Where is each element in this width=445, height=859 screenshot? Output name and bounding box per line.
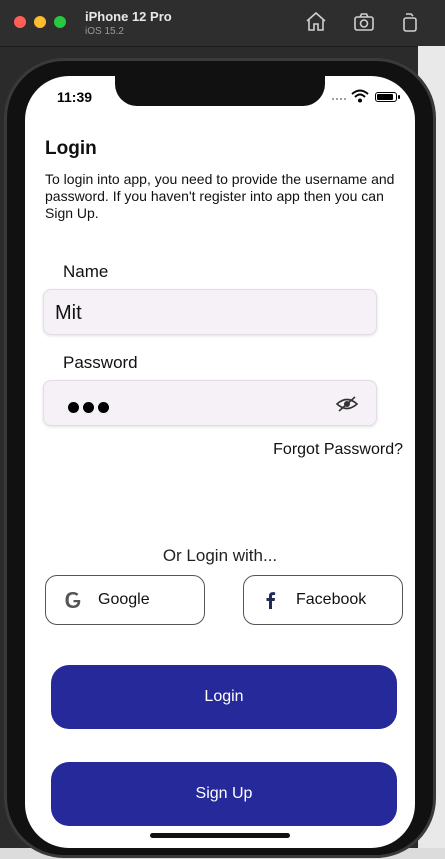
page-title: Login [45,138,97,159]
battery-level [377,94,393,100]
google-login-button[interactable]: Google [45,575,205,625]
or-login-with-label: Or Login with... [162,546,278,565]
home-indicator[interactable] [150,833,290,838]
screenshot-icon[interactable] [352,10,376,34]
forgot-password-link[interactable]: Forgot Password? [273,441,403,459]
facebook-login-button[interactable]: Facebook [243,575,403,625]
google-icon [65,592,81,608]
home-icon[interactable] [304,10,328,34]
facebook-icon [266,592,276,609]
password-mask-dot [98,402,109,413]
password-mask [68,398,113,417]
status-time: 11:39 [57,89,93,105]
facebook-label: Facebook [296,591,367,608]
login-button[interactable]: Login [51,665,397,729]
os-version: iOS 15.2 [85,26,124,37]
name-value: Mit [55,302,82,324]
password-mask-dot [83,402,94,413]
battery-icon [375,92,400,102]
name-field[interactable]: Mit [43,289,377,335]
minimize-window-button[interactable] [34,16,46,28]
password-mask-dot [68,402,79,413]
password-field[interactable] [43,380,377,426]
signup-button[interactable]: Sign Up [51,762,397,826]
rotate-icon[interactable] [398,10,422,34]
google-label: Google [98,591,150,608]
notch [115,76,325,106]
name-label: Name [63,262,109,281]
signal-dots-icon [331,98,347,100]
wifi-icon [351,89,369,103]
device-name: iPhone 12 Pro [85,9,172,24]
app-screen: 11:39 Login To login into app, you need … [25,76,415,848]
eye-slash-icon[interactable] [336,395,358,413]
close-window-button[interactable] [14,16,26,28]
page-description: To login into app, you need to provide t… [45,171,395,221]
simulator-title-bar: iPhone 12 Pro iOS 15.2 [0,0,445,47]
password-label: Password [63,353,138,372]
zoom-window-button[interactable] [54,16,66,28]
